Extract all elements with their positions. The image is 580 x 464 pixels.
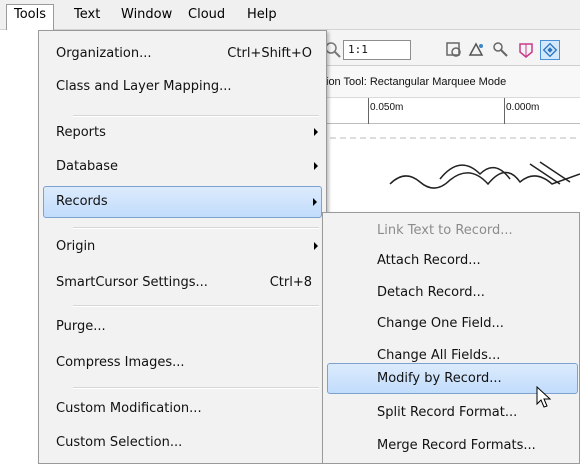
menu-item-custom-modification[interactable]: Custom Modification... — [43, 394, 322, 423]
submenu-item-attach-record[interactable]: Attach Record... — [327, 247, 578, 275]
menu-item-label: Database — [56, 159, 119, 174]
mouse-pointer-icon — [536, 386, 552, 408]
menu-item-purge[interactable]: Purge... — [43, 312, 322, 341]
menu-item-label: Origin — [56, 239, 96, 254]
menu-item-reports[interactable]: Reports — [43, 118, 322, 147]
pan-icon[interactable] — [491, 40, 511, 60]
menu-item-organization[interactable]: Organization... Ctrl+Shift+O — [43, 39, 322, 68]
snap-icon[interactable] — [516, 40, 536, 60]
menu-item-records[interactable]: Records — [43, 186, 322, 218]
menu-bar: Tools Text Window Cloud Help — [0, 0, 580, 30]
menu-text[interactable]: Text — [67, 5, 107, 26]
submenu-arrow-icon — [313, 198, 317, 206]
drawing-artwork — [320, 137, 580, 189]
menu-item-label: Custom Modification... — [56, 401, 202, 416]
view-icon[interactable] — [444, 40, 464, 60]
ruler-tick: 0.050m — [370, 102, 404, 113]
submenu-item-change-one-field[interactable]: Change One Field... — [327, 310, 578, 338]
submenu-arrow-icon — [314, 242, 318, 250]
menu-item-label: Merge Record Formats... — [377, 438, 536, 453]
menu-separator — [73, 115, 319, 117]
menu-item-label: Organization... — [56, 46, 152, 61]
menu-item-custom-selection[interactable]: Custom Selection... — [43, 428, 322, 457]
submenu-arrow-icon — [314, 162, 318, 170]
menu-item-smartcursor-settings[interactable]: SmartCursor Settings... Ctrl+8 — [43, 268, 322, 297]
menu-item-label: Class and Layer Mapping... — [56, 79, 232, 94]
mode-bar: ion Tool: Rectangular Marquee Mode — [320, 66, 580, 98]
ruler-tick: 0.000m — [506, 102, 540, 113]
flyover-icon[interactable] — [467, 40, 487, 60]
menu-item-database[interactable]: Database — [43, 152, 322, 181]
menu-item-label: Detach Record... — [377, 285, 485, 300]
menu-item-label: Split Record Format... — [377, 405, 518, 420]
menu-item-label: Reports — [56, 125, 106, 140]
submenu-item-detach-record[interactable]: Detach Record... — [327, 279, 578, 307]
menu-item-class-layer-mapping[interactable]: Class and Layer Mapping... — [43, 72, 322, 101]
layer-icon[interactable] — [540, 40, 560, 60]
submenu-item-link-text-to-record: Link Text to Record... — [327, 217, 578, 245]
menu-separator — [73, 387, 319, 389]
menu-item-label: Modify by Record... — [377, 371, 502, 386]
menu-item-label: SmartCursor Settings... — [56, 275, 208, 290]
zoom-field[interactable]: 1:1 — [343, 40, 411, 60]
menu-item-label: Attach Record... — [377, 253, 481, 268]
menu-item-label: Link Text to Record... — [377, 223, 513, 238]
menu-item-label: Purge... — [56, 319, 106, 334]
menu-item-origin[interactable]: Origin — [43, 232, 322, 261]
menu-item-compress-images[interactable]: Compress Images... — [43, 348, 322, 377]
menu-item-label: Compress Images... — [56, 355, 185, 370]
menu-item-shortcut: Ctrl+8 — [269, 275, 312, 290]
menu-item-label: Records — [56, 194, 108, 209]
menu-item-label: Custom Selection... — [56, 435, 183, 450]
menu-separator — [73, 305, 319, 307]
menu-item-label: Change One Field... — [377, 316, 504, 331]
tools-menu: Organization... Ctrl+Shift+O Class and L… — [38, 30, 327, 464]
menu-separator — [73, 227, 319, 229]
menu-cloud[interactable]: Cloud — [181, 5, 232, 26]
menu-window[interactable]: Window — [114, 5, 179, 26]
ruler: 0.050m 0.000m — [320, 98, 580, 124]
records-submenu: Link Text to Record... Attach Record... … — [322, 212, 580, 464]
menu-help[interactable]: Help — [240, 5, 284, 26]
menu-item-shortcut: Ctrl+Shift+O — [227, 46, 312, 61]
menu-tools[interactable]: Tools — [6, 4, 55, 30]
submenu-arrow-icon — [314, 128, 318, 136]
submenu-item-merge-record-formats[interactable]: Merge Record Formats... — [327, 432, 578, 460]
